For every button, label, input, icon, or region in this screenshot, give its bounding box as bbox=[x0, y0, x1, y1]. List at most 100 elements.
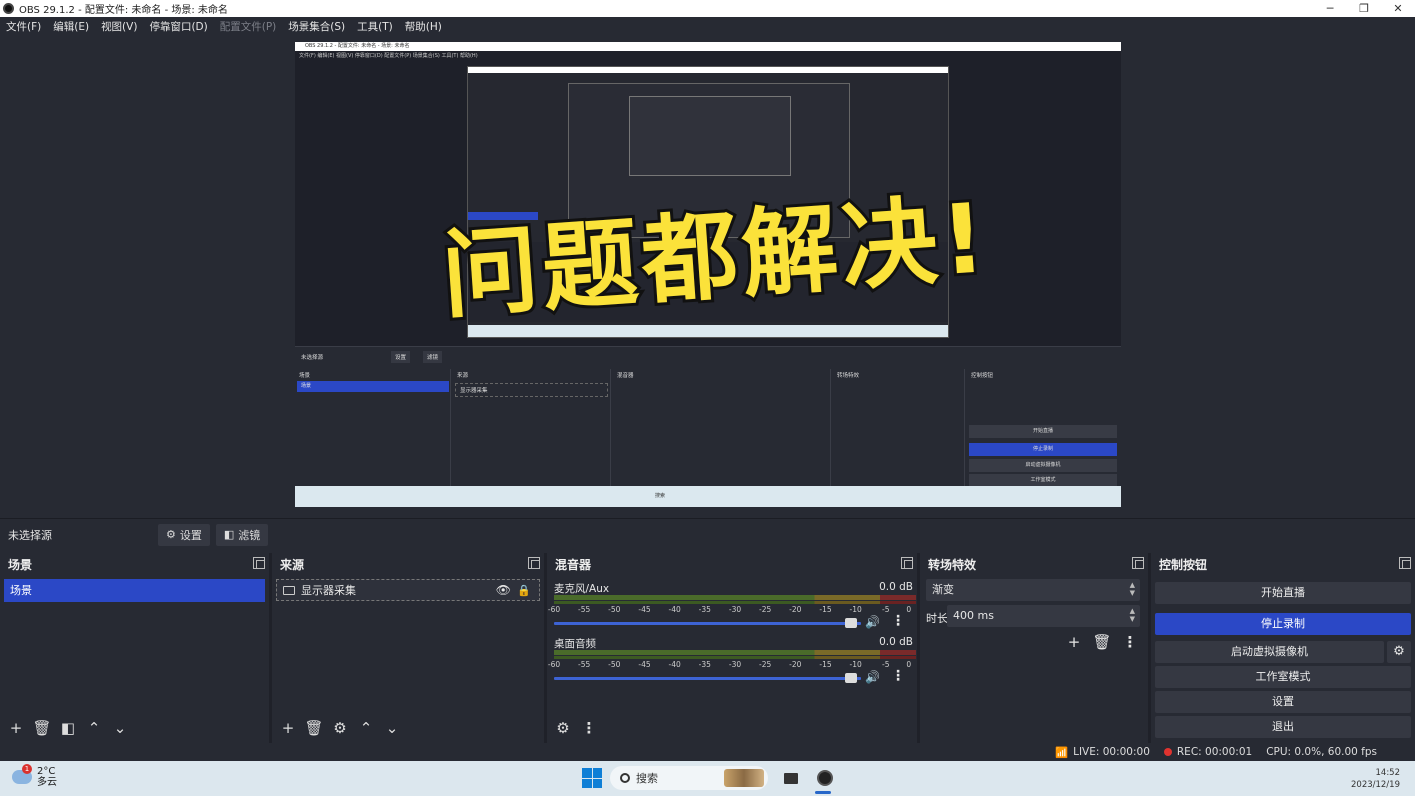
volume-slider[interactable] bbox=[554, 677, 861, 680]
nested-settings: 设置 bbox=[391, 351, 411, 363]
add-transition-button[interactable]: + bbox=[1060, 631, 1088, 653]
lock-icon[interactable]: 🔒 bbox=[517, 584, 531, 597]
overlay-caption: 问题都解决! bbox=[435, 179, 995, 335]
nested-transitions-title: 转场特效 bbox=[837, 373, 860, 379]
undock-icon[interactable] bbox=[528, 557, 540, 569]
undock-icon[interactable] bbox=[1399, 557, 1411, 569]
title-bar: OBS 29.1.2 - 配置文件: 未命名 - 场景: 未命名 ─ ❐ ✕ bbox=[0, 0, 1415, 17]
obs-taskbar-icon[interactable] bbox=[814, 767, 836, 789]
settings-button[interactable]: 设置 bbox=[1155, 691, 1411, 713]
menu-tools[interactable]: 工具(T) bbox=[357, 19, 393, 34]
clock-time: 14:52 bbox=[1375, 768, 1401, 778]
maximize-button[interactable]: ❐ bbox=[1347, 0, 1381, 17]
taskbar-search[interactable]: 搜索 bbox=[610, 766, 768, 790]
nested-scene-item: 场景 bbox=[297, 381, 449, 392]
clock-date: 2023/12/19 bbox=[1351, 780, 1400, 790]
virtual-cam-settings-icon[interactable]: ⚙ bbox=[1387, 641, 1411, 663]
source-down-button[interactable]: ⌄ bbox=[380, 717, 404, 739]
menu-help[interactable]: 帮助(H) bbox=[405, 19, 442, 34]
remove-scene-button[interactable]: 🗑 bbox=[30, 717, 54, 739]
search-icon bbox=[620, 773, 630, 783]
minimize-button[interactable]: ─ bbox=[1313, 0, 1347, 17]
audio-settings-icon[interactable]: ⚙ bbox=[551, 717, 575, 739]
virtual-cam-button[interactable]: 启动虚拟摄像机 bbox=[1155, 641, 1384, 663]
duration-value: 400 ms bbox=[953, 609, 994, 622]
add-source-button[interactable]: + bbox=[276, 717, 300, 739]
no-source-label: 未选择源 bbox=[8, 528, 52, 542]
nested-docks: 未选择源 设置 滤镜 场景 场景 来源 显示器采集 混音器 转场特效 控制按钮 … bbox=[295, 346, 1121, 487]
scene-filters-button[interactable]: ◧ bbox=[56, 717, 80, 739]
nested-filters: 滤镜 bbox=[423, 351, 443, 363]
nested-search: 搜索 bbox=[655, 493, 666, 499]
eye-icon[interactable]: 👁 bbox=[496, 583, 511, 597]
track-db: 0.0 dB bbox=[879, 636, 913, 648]
system-clock[interactable]: 14:52 2023/12/19 bbox=[1351, 767, 1400, 791]
nested-title: OBS 29.1.2 - 配置文件: 未命名 - 场景: 未命名 bbox=[295, 42, 1121, 51]
menu-file[interactable]: 文件(F) bbox=[6, 19, 41, 34]
weather-widget[interactable]: 1 2°C 多云 bbox=[12, 764, 57, 788]
move-down-button[interactable]: ⌄ bbox=[108, 717, 132, 739]
nested-mixer-title: 混音器 bbox=[617, 373, 634, 379]
undock-icon[interactable] bbox=[1132, 557, 1144, 569]
record-dot-icon bbox=[1163, 748, 1172, 756]
volume-slider-handle[interactable] bbox=[845, 618, 857, 628]
weather-desc: 多云 bbox=[37, 777, 57, 788]
start-stream-button[interactable]: 开始直播 bbox=[1155, 582, 1411, 604]
kebab-menu-icon[interactable]: ⋮ bbox=[891, 613, 905, 629]
nested-controls-title: 控制按钮 bbox=[971, 373, 994, 379]
volume-meter-peak bbox=[554, 656, 916, 659]
monitor-icon bbox=[283, 585, 295, 595]
volume-slider[interactable] bbox=[554, 622, 861, 625]
close-button[interactable]: ✕ bbox=[1381, 0, 1415, 17]
source-properties-button[interactable]: ⚙ bbox=[328, 717, 352, 739]
duration-input[interactable]: 400 ms ▲ ▼ bbox=[947, 605, 1140, 627]
speaker-icon[interactable]: 🔊 bbox=[865, 670, 880, 684]
scene-item[interactable]: 场景 bbox=[4, 579, 265, 602]
menu-scene-collection[interactable]: 场景集合(S) bbox=[288, 19, 345, 34]
windows-start-icon[interactable] bbox=[582, 768, 602, 788]
add-scene-button[interactable]: + bbox=[4, 717, 28, 739]
volume-meter bbox=[554, 595, 916, 600]
nested-virtual-cam: 启动虚拟摄像机 bbox=[969, 459, 1117, 472]
undock-icon[interactable] bbox=[253, 557, 265, 569]
source-settings-button[interactable]: ⚙ 设置 bbox=[158, 523, 210, 546]
studio-mode-button[interactable]: 工作室模式 bbox=[1155, 666, 1411, 688]
file-explorer-icon[interactable] bbox=[780, 767, 802, 789]
track-name: 麦克风/Aux bbox=[554, 583, 610, 595]
preview-canvas[interactable]: OBS 29.1.2 - 配置文件: 未命名 - 场景: 未命名 文件(F) 编… bbox=[295, 42, 1121, 507]
mixer-menu-icon[interactable]: ⋮ bbox=[577, 717, 601, 739]
rec-status: REC: 00:00:01 bbox=[1163, 746, 1252, 758]
live-status: 📶 LIVE: 00:00:00 bbox=[1055, 746, 1150, 759]
transition-select[interactable]: 渐变 ▲ ▼ bbox=[926, 579, 1140, 601]
move-up-button[interactable]: ⌃ bbox=[82, 717, 106, 739]
search-highlight-image bbox=[724, 769, 764, 787]
cpu-status: CPU: 0.0%, 60.00 fps bbox=[1266, 746, 1377, 758]
source-filters-button[interactable]: ◧ 滤镜 bbox=[215, 523, 269, 546]
nested-scenes-title: 场景 bbox=[299, 373, 311, 379]
stop-record-button[interactable]: 停止录制 bbox=[1155, 613, 1411, 635]
volume-meter-peak bbox=[554, 601, 916, 604]
track-name: 桌面音频 bbox=[554, 638, 596, 650]
sources-dock: 来源 显示器采集 👁 🔒 + 🗑 ⚙ ⌃ ⌄ bbox=[272, 553, 544, 743]
volume-slider-handle[interactable] bbox=[845, 673, 857, 683]
menu-edit[interactable]: 编辑(E) bbox=[53, 19, 89, 34]
remove-source-button[interactable]: 🗑 bbox=[302, 717, 326, 739]
spin-icon[interactable]: ▲ ▼ bbox=[1130, 607, 1135, 623]
nested-sources-title: 来源 bbox=[457, 373, 469, 379]
speaker-icon[interactable]: 🔊 bbox=[865, 615, 880, 629]
source-item[interactable]: 显示器采集 👁 🔒 bbox=[276, 579, 540, 601]
kebab-menu-icon[interactable]: ⋮ bbox=[891, 668, 905, 684]
menu-view[interactable]: 视图(V) bbox=[101, 19, 137, 34]
taskbar-search-label: 搜索 bbox=[636, 772, 658, 785]
nested-taskbar: 搜索 bbox=[295, 486, 1121, 507]
source-up-button[interactable]: ⌃ bbox=[354, 717, 378, 739]
source-toolbar: 未选择源 ⚙ 设置 ◧ 滤镜 bbox=[0, 518, 1415, 550]
menu-docks[interactable]: 停靠窗口(D) bbox=[149, 19, 207, 34]
remove-transition-button[interactable]: 🗑 bbox=[1088, 631, 1116, 653]
transition-menu-icon[interactable]: ⋮ bbox=[1116, 631, 1144, 653]
menu-profile[interactable]: 配置文件(P) bbox=[220, 19, 277, 34]
status-bar: 📶 LIVE: 00:00:00 REC: 00:00:01 CPU: 0.0%… bbox=[0, 743, 1415, 761]
exit-button[interactable]: 退出 bbox=[1155, 716, 1411, 738]
undock-icon[interactable] bbox=[901, 557, 913, 569]
gear-icon: ⚙ bbox=[166, 528, 176, 541]
